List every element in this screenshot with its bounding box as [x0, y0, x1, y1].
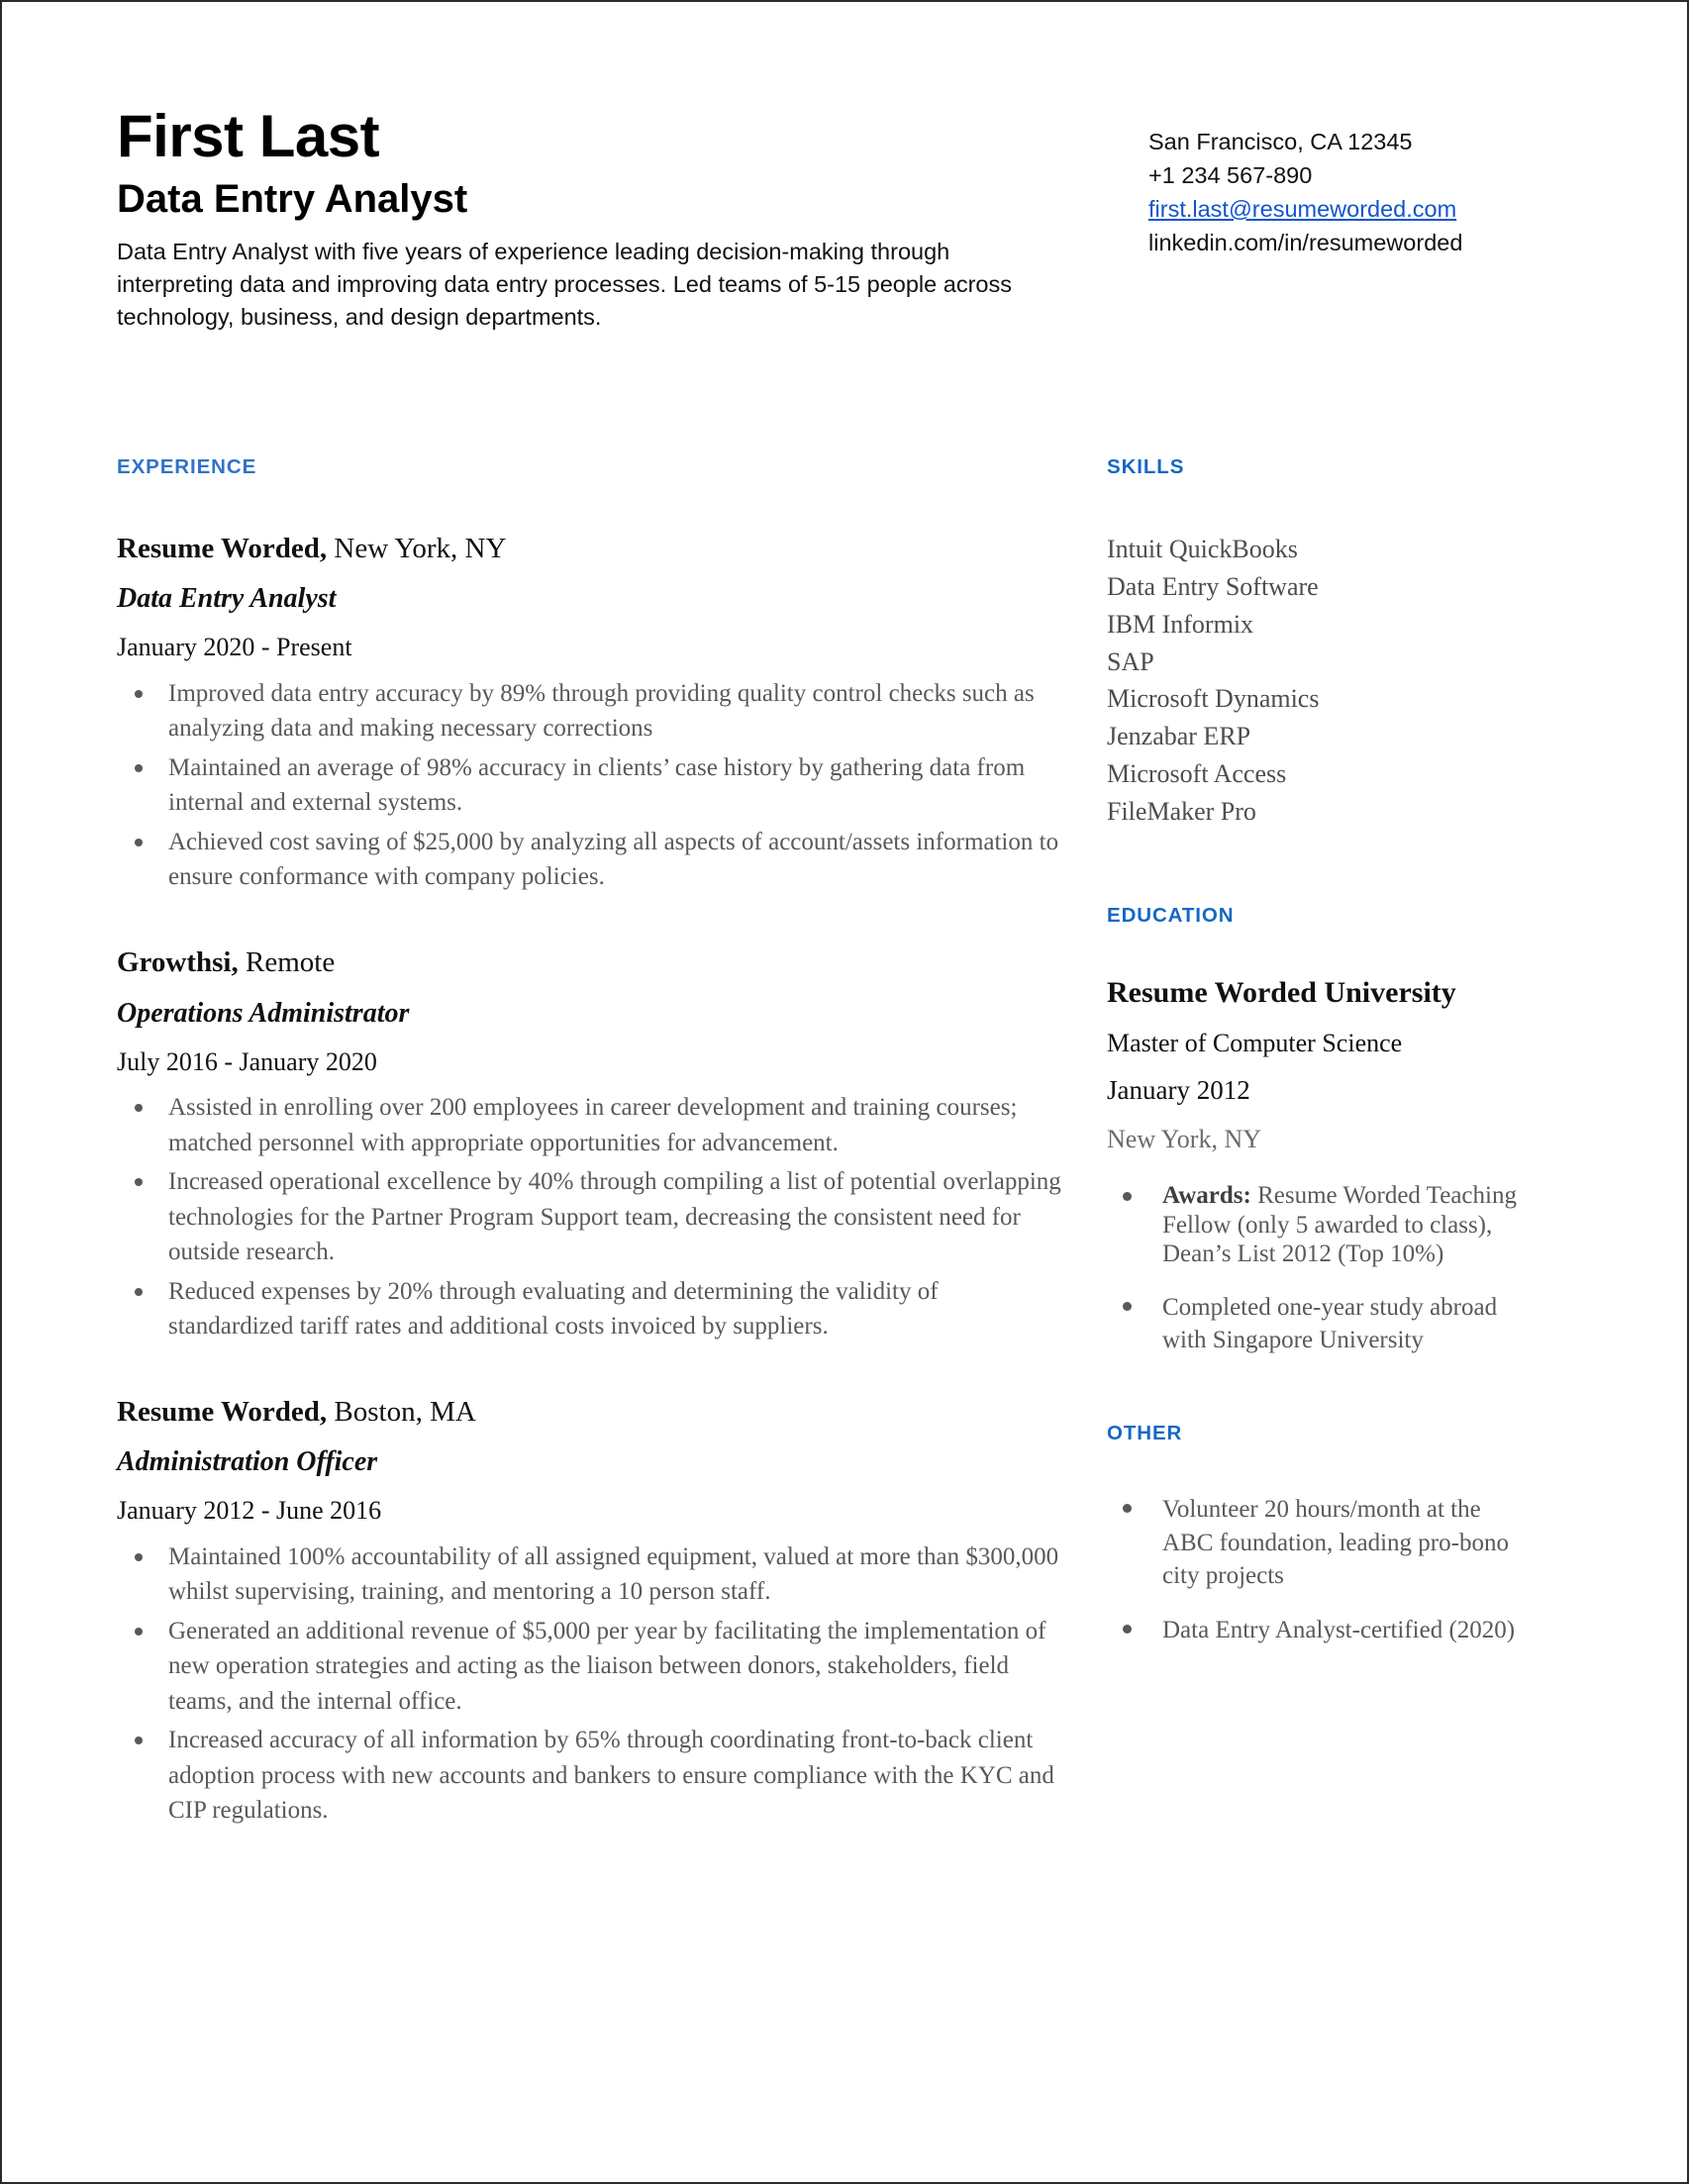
skills-list: Intuit QuickBooks Data Entry Software IB… [1107, 531, 1523, 832]
experience-company-line: Resume Worded, New York, NY [117, 531, 1067, 568]
job-title-headline: Data Entry Analyst [117, 176, 468, 221]
experience-dates: January 2012 - June 2016 [117, 1496, 382, 1526]
contact-location: San Francisco, CA 12345 [1148, 129, 1413, 154]
list-item: Improved data entry accuracy by 89% thro… [117, 676, 1067, 746]
contact-linkedin: linkedin.com/in/resumeworded [1148, 230, 1463, 256]
list-item: Volunteer 20 hours/month at the ABC foun… [1107, 1493, 1523, 1592]
experience-company-name: Resume Worded, [117, 1395, 328, 1428]
list-item: Maintained 100% accountability of all as… [117, 1539, 1067, 1610]
list-item: SAP [1107, 646, 1154, 676]
experience-dates: July 2016 - January 2020 [117, 1046, 377, 1076]
list-item: Data Entry Analyst-certified (2020) [1107, 1614, 1523, 1646]
list-item: Intuit QuickBooks [1107, 534, 1298, 563]
experience-company-location: New York, NY [327, 532, 507, 564]
section-heading-education: EDUCATION [1107, 904, 1235, 928]
experience-role: Administration Officer [117, 1446, 378, 1478]
list-item: Increased accuracy of all information by… [117, 1723, 1067, 1829]
list-item: FileMaker Pro [1107, 797, 1256, 827]
experience-bullet-list: Improved data entry accuracy by 89% thro… [117, 676, 1067, 895]
experience-bullet-list: Maintained 100% accountability of all as… [117, 1539, 1067, 1829]
contact-email-link[interactable]: first.last@resumeworded.com [1148, 196, 1456, 222]
experience-column: EXPERIENCE Resume Worded, New York, NY D… [117, 455, 1107, 1833]
experience-dates: January 2020 - Present [117, 633, 352, 662]
list-item: IBM Informix [1107, 609, 1254, 639]
list-item: Increased operational excellence by 40% … [117, 1164, 1067, 1270]
education-award-label: Awards: [1162, 1182, 1251, 1210]
list-item: Jenzabar ERP [1107, 722, 1251, 751]
professional-summary: Data Entry Analyst with five years of ex… [117, 238, 1012, 331]
other-bullet-list: Volunteer 20 hours/month at the ABC foun… [1107, 1493, 1523, 1646]
contact-block: San Francisco, CA 12345 +1 234 567-890 f… [1148, 105, 1564, 259]
resume-body-columns: EXPERIENCE Resume Worded, New York, NY D… [117, 455, 1564, 1833]
section-heading-other: OTHER [1107, 1422, 1183, 1445]
contact-phone: +1 234 567-890 [1148, 162, 1313, 189]
education-bullet-list: Awards: Resume Worded Teaching Fellow (o… [1107, 1181, 1523, 1356]
education-bullet-text: Completed one-year study abroad with Sin… [1162, 1293, 1498, 1354]
experience-company-name: Growthsi, [117, 945, 239, 978]
list-item: Microsoft Dynamics [1107, 684, 1320, 714]
section-heading-experience: EXPERIENCE [117, 454, 257, 478]
list-item: Awards: Resume Worded Teaching Fellow (o… [1107, 1181, 1523, 1269]
experience-company-location: Remote [238, 945, 336, 978]
experience-company-line: Growthsi, Remote [117, 944, 1067, 982]
list-item: Achieved cost saving of $25,000 by analy… [117, 825, 1067, 895]
experience-role: Operations Administrator [117, 997, 410, 1029]
sidebar-column: SKILLS Intuit QuickBooks Data Entry Soft… [1107, 455, 1523, 1833]
education-degree: Master of Computer Science [1107, 1028, 1403, 1057]
experience-role: Data Entry Analyst [117, 583, 337, 615]
experience-company-location: Boston, MA [327, 1395, 476, 1428]
experience-bullet-list: Assisted in enrolling over 200 employees… [117, 1090, 1067, 1344]
experience-entry: Resume Worded, New York, NY Data Entry A… [117, 531, 1067, 895]
experience-company-line: Resume Worded, Boston, MA [117, 1394, 1067, 1432]
page-title: First Last [117, 103, 380, 169]
list-item: Completed one-year study abroad with Sin… [1107, 1291, 1523, 1357]
header-identity: First Last Data Entry Analyst Data Entry… [117, 103, 1087, 335]
resume-page: First Last Data Entry Analyst Data Entry… [0, 0, 1689, 2184]
list-item: Microsoft Access [1107, 759, 1287, 789]
list-item: Data Entry Software [1107, 571, 1319, 601]
experience-entry: Resume Worded, Boston, MA Administration… [117, 1394, 1067, 1829]
list-item: Reduced expenses by 20% through evaluati… [117, 1274, 1067, 1344]
list-item: Assisted in enrolling over 200 employees… [117, 1090, 1067, 1160]
resume-header: First Last Data Entry Analyst Data Entry… [117, 103, 1564, 335]
list-item: Maintained an average of 98% accuracy in… [117, 750, 1067, 821]
experience-company-name: Resume Worded, [117, 532, 328, 564]
list-item: Generated an additional revenue of $5,00… [117, 1614, 1067, 1720]
section-heading-skills: SKILLS [1107, 454, 1185, 478]
education-location: New York, NY [1107, 1124, 1262, 1153]
experience-entry: Growthsi, Remote Operations Administrato… [117, 944, 1067, 1344]
education-date: January 2012 [1107, 1075, 1250, 1106]
education-school: Resume Worded University [1107, 976, 1456, 1010]
